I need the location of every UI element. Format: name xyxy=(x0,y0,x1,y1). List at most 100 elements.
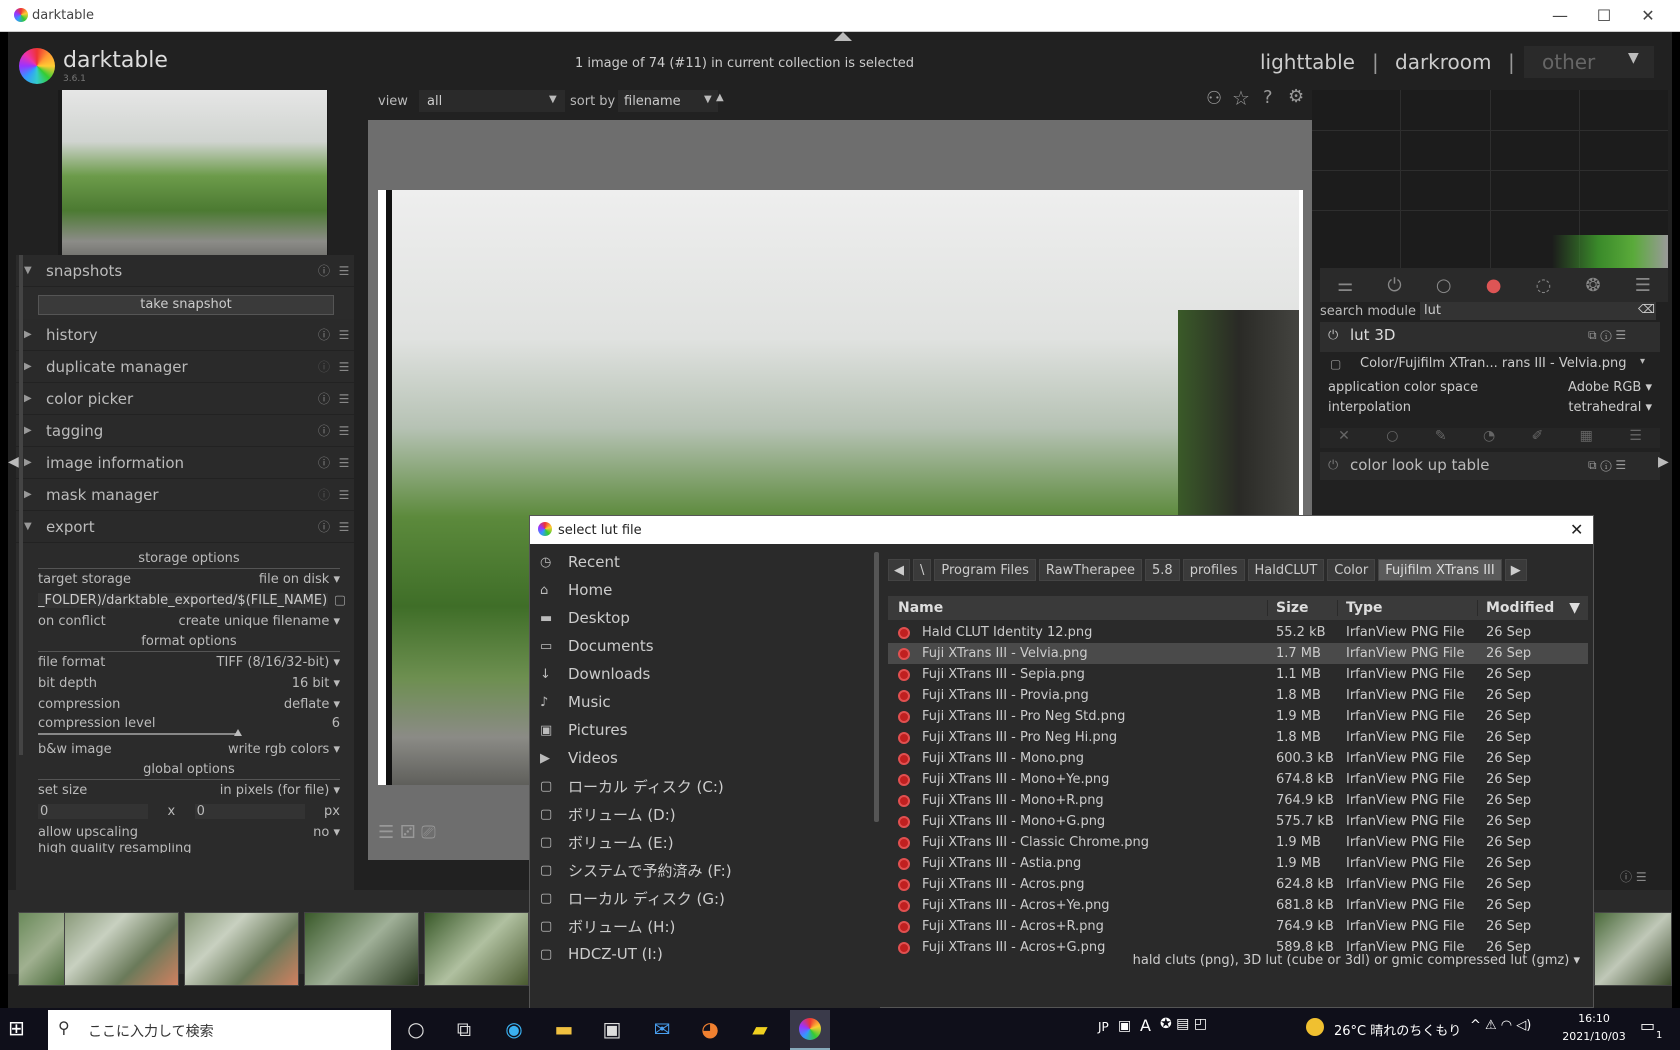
place-drive-e[interactable]: ▢ ボリューム (E:) xyxy=(530,828,880,856)
interpolation-combo[interactable]: interpolation tetrahedral ▾ xyxy=(1328,400,1652,415)
task-view-icon[interactable]: ⧉ xyxy=(448,1013,480,1045)
file-row[interactable]: Fuji XTrans III - Acros+Ye.png 681.8 kB Ir… xyxy=(888,895,1588,916)
power-icon[interactable]: ⏻ xyxy=(1387,275,1401,296)
reset-icon[interactable]: ⓘ xyxy=(314,454,334,471)
folder-icon[interactable]: ▢ xyxy=(1330,357,1341,371)
place-pictures[interactable]: ▣ Pictures xyxy=(530,716,880,744)
reset-icon[interactable]: ⓘ xyxy=(314,262,334,279)
filmstrip-thumbnail[interactable] xyxy=(18,912,66,986)
file-row[interactable]: Fuji XTrans III - Mono+R.png 764.9 kB Irfa… xyxy=(888,790,1588,811)
file-filter-combo[interactable]: hald cluts (png), 3D lut (cube or 3dl) o… xyxy=(1080,953,1580,968)
module-image-information[interactable]: ▶ image information ⓘ ☰ xyxy=(16,447,354,479)
ime-mode[interactable]: A xyxy=(1140,1016,1151,1035)
target-storage-combo[interactable]: target storage file on disk ▾ xyxy=(16,569,354,590)
breadcrumb-segment[interactable]: profiles xyxy=(1182,559,1245,581)
breadcrumb-segment[interactable]: Program Files xyxy=(934,559,1036,581)
minimize-button[interactable]: — xyxy=(1550,6,1570,26)
presets-icon[interactable]: ☰ xyxy=(334,328,354,342)
file-row[interactable]: Fuji XTrans III - Pro Neg Hi.png 1.8 MB Ir… xyxy=(888,727,1588,748)
presets-icon[interactable]: ☰ xyxy=(334,360,354,374)
slider-handle-icon[interactable] xyxy=(234,729,242,736)
tray-icons[interactable]: ▣ xyxy=(1118,1018,1131,1034)
file-row[interactable]: Fuji XTrans III - Mono+Ye.png 674.8 kB Irf… xyxy=(888,769,1588,790)
power-icon[interactable]: ⏻ xyxy=(1328,458,1338,473)
filmstrip-thumbnail[interactable] xyxy=(304,912,419,986)
presets-icon[interactable]: ☰ xyxy=(1635,275,1651,296)
sort-direction-toggle[interactable]: ▲ xyxy=(716,92,724,103)
tray-overflow-icon[interactable]: ^ ⚠ ◠ ◁) xyxy=(1470,1018,1531,1033)
module-color-picker[interactable]: ▶ color picker ⓘ ☰ xyxy=(16,383,354,415)
blend-off-icon[interactable]: ✕ xyxy=(1338,428,1350,448)
maximize-button[interactable]: ☐ xyxy=(1594,6,1614,26)
place-videos[interactable]: ▶ Videos xyxy=(530,744,880,772)
allow-upscaling-combo[interactable]: allow upscaling no ▾ xyxy=(16,822,354,843)
gear-icon[interactable]: ⚙ xyxy=(1288,86,1304,107)
presets-icon[interactable]: ☰ xyxy=(334,488,354,502)
place-desktop[interactable]: ▬ Desktop xyxy=(530,604,880,632)
mail-icon[interactable]: ✉ xyxy=(646,1013,678,1045)
blend-raster-icon[interactable]: ▦ xyxy=(1580,428,1593,448)
filmstrip-thumbnail[interactable] xyxy=(1594,912,1672,986)
file-row[interactable]: Fuji XTrans III - Sepia.png 1.1 MB IrfanVi… xyxy=(888,664,1588,685)
module-color-lut-header[interactable]: ⏻ color look up table ⧉ ⓘ ☰ xyxy=(1320,452,1660,480)
module-tagging[interactable]: ▶ tagging ⓘ ☰ xyxy=(16,415,354,447)
clock-time[interactable]: 16:10 xyxy=(1564,1012,1624,1025)
module-mask-manager[interactable]: ▶ mask manager ⓘ ☰ xyxy=(16,479,354,511)
compression-combo[interactable]: compression deflate ▾ xyxy=(16,694,354,715)
view-lighttable[interactable]: lighttable xyxy=(1260,50,1355,74)
hq-resampling-combo[interactable]: high quality resampling xyxy=(16,843,354,853)
presets-icon[interactable]: ☰ xyxy=(334,456,354,470)
export-path-field[interactable]: _FOLDER)/darktable_exported/$(FILE_NAME)… xyxy=(16,590,354,611)
file-row[interactable]: Fuji XTrans III - Astia.png 1.9 MB IrfanVi… xyxy=(888,853,1588,874)
blend-combined-icon[interactable]: ✐ xyxy=(1532,428,1544,448)
filmstrip-thumbnail[interactable] xyxy=(184,912,299,986)
file-row[interactable]: Fuji XTrans III - Velvia.png 1.7 MB IrfanV… xyxy=(888,643,1588,664)
breadcrumb-segment[interactable]: Fujifilm XTrans III xyxy=(1378,559,1502,581)
bottom-tools-icon[interactable]: ☰ ⚂ ⎚ xyxy=(378,822,436,843)
bit-depth-combo[interactable]: bit depth 16 bit ▾ xyxy=(16,673,354,694)
search-module-input[interactable]: lut ⌫ xyxy=(1420,302,1656,320)
base-group-icon[interactable]: ○ xyxy=(1436,275,1452,296)
breadcrumb-segment[interactable]: Color xyxy=(1327,559,1376,581)
place-downloads[interactable]: ↓ Downloads xyxy=(530,660,880,688)
file-row[interactable]: Fuji XTrans III - Acros+R.png 764.9 kB Irf… xyxy=(888,916,1588,937)
file-row[interactable]: Fuji XTrans III - Pro Neg Std.png 1.9 MB I… xyxy=(888,706,1588,727)
filmstrip-thumbnail[interactable] xyxy=(424,912,529,986)
view-other-dropdown[interactable]: other ▼ xyxy=(1524,46,1654,78)
close-window-button[interactable]: ✕ xyxy=(1638,6,1658,26)
collapse-right-icon[interactable]: ▶ xyxy=(1658,454,1669,470)
edge-icon[interactable]: ◉ xyxy=(498,1013,530,1045)
take-snapshot-button[interactable]: take snapshot xyxy=(38,295,334,315)
clock-date[interactable]: 2021/10/03 xyxy=(1560,1030,1628,1043)
file-row[interactable]: Fuji XTrans III - Mono+G.png 575.7 kB Irfa… xyxy=(888,811,1588,832)
compression-level-slider[interactable]: compression level 6 xyxy=(16,715,354,731)
places-scrollbar[interactable] xyxy=(874,552,879,822)
multi-instance-icon[interactable]: ⧉ ⓘ ☰ xyxy=(1588,458,1626,473)
place-drive-d[interactable]: ▢ ボリューム (D:) xyxy=(530,800,880,828)
lut-file-row[interactable]: ▢ Color/Fujifilm XTran... rans III - Vel… xyxy=(1320,354,1660,376)
file-explorer-icon[interactable]: ▬ xyxy=(548,1013,580,1045)
weather-text[interactable]: 26°C 晴れのちくもり xyxy=(1334,1020,1461,1039)
presets-icon[interactable]: ☰ xyxy=(1629,428,1642,448)
breadcrumb-segment[interactable]: 5.8 xyxy=(1145,559,1180,581)
reset-icon[interactable]: ⓘ xyxy=(314,518,334,535)
app-color-space-combo[interactable]: application color space Adobe RGB ▾ xyxy=(1328,380,1652,395)
export-path-input[interactable]: _FOLDER)/darktable_exported/$(FILE_NAME) xyxy=(38,593,328,608)
width-input[interactable]: 0 xyxy=(38,804,148,819)
file-row[interactable]: Fuji XTrans III - Acros.png 624.8 kB Irfan… xyxy=(888,874,1588,895)
notification-icon[interactable]: ▭ xyxy=(1640,1016,1655,1035)
firefox-icon[interactable]: ◕ xyxy=(694,1013,726,1045)
quick-access-icon[interactable]: ⚌ xyxy=(1337,275,1353,296)
folder-icon[interactable]: ▢ xyxy=(334,593,346,608)
bw-image-combo[interactable]: b&w image write rgb colors ▾ xyxy=(16,739,354,760)
place-recent[interactable]: ◷ Recent xyxy=(530,548,880,576)
power-icon[interactable]: ⏻ xyxy=(1328,328,1338,343)
reset-icon[interactable]: ⓘ xyxy=(314,486,334,503)
set-size-combo[interactable]: set size in pixels (for file) ▾ xyxy=(16,780,354,801)
left-scrollbar[interactable] xyxy=(19,255,23,755)
filmstrip-thumbnail[interactable] xyxy=(64,912,179,986)
module-snapshots[interactable]: ▼ snapshots ⓘ ☰ xyxy=(16,255,354,287)
multi-instance-icon[interactable]: ⧉ ⓘ ☰ xyxy=(1588,328,1626,343)
reset-icon[interactable]: ⓘ xyxy=(314,422,334,439)
height-input[interactable]: 0 xyxy=(194,804,305,819)
